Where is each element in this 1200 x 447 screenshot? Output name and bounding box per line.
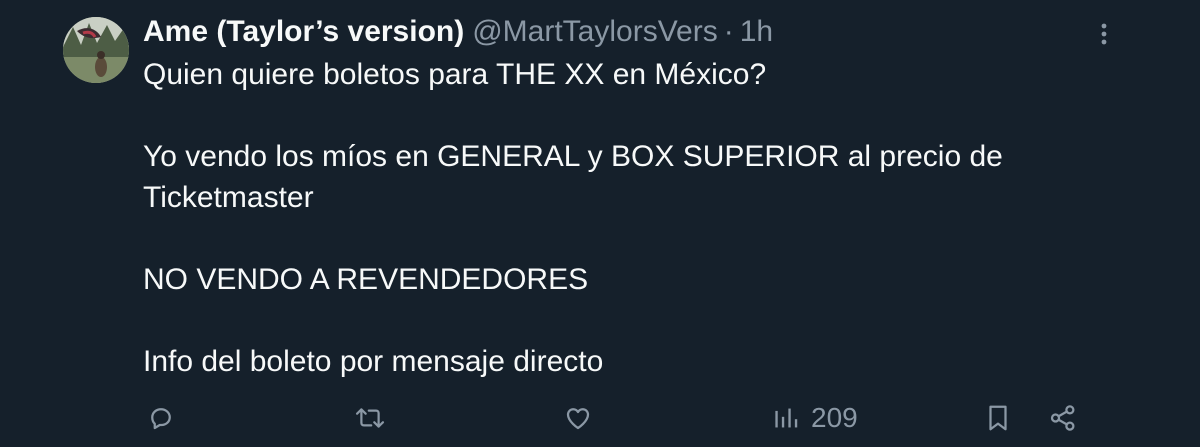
more-vertical-icon	[1101, 23, 1107, 45]
views-button[interactable]: 209	[773, 398, 858, 438]
separator-dot: ·	[723, 15, 734, 48]
tweet-text-line: Ticketmaster	[143, 181, 314, 214]
tweet-text-line: Info del boleto por mensaje directo	[143, 345, 604, 378]
tweet-actions-bar: 209	[0, 398, 1200, 442]
views-count: 209	[811, 402, 858, 433]
retweet-icon	[355, 408, 385, 428]
author-display-name[interactable]: Ame (Taylor’s version)	[143, 15, 464, 49]
retweet-button[interactable]	[354, 398, 386, 438]
heart-icon	[566, 408, 590, 430]
tweet-card[interactable]: Ame (Taylor’s version) @MartTaylorsVers …	[0, 0, 1200, 447]
share-icon	[1050, 405, 1075, 431]
share-button[interactable]	[1048, 398, 1078, 438]
tweet-text-line: Yo vendo los míos en GENERAL y BOX SUPER…	[143, 140, 1003, 173]
like-button[interactable]	[563, 398, 593, 438]
author-handle[interactable]: @MartTaylorsVers	[472, 15, 718, 49]
avatar[interactable]	[63, 17, 129, 83]
reply-button[interactable]	[146, 398, 176, 438]
tweet-timestamp[interactable]: 1h	[740, 15, 773, 49]
views-bar-chart-icon	[775, 408, 798, 428]
reply-icon	[151, 408, 171, 430]
tweet-header: Ame (Taylor’s version) @MartTaylorsVers …	[143, 10, 773, 54]
tweet-text: Quien quiere boletos para THE XX en Méxi…	[143, 54, 1143, 382]
tweet-text-line: Quien quiere boletos para THE XX en Méxi…	[143, 58, 767, 91]
more-options-button[interactable]	[1082, 14, 1126, 54]
tweet-text-line: NO VENDO A REVENDEDORES	[143, 263, 589, 296]
bookmark-icon	[989, 405, 1007, 431]
bookmark-button[interactable]	[985, 398, 1011, 438]
